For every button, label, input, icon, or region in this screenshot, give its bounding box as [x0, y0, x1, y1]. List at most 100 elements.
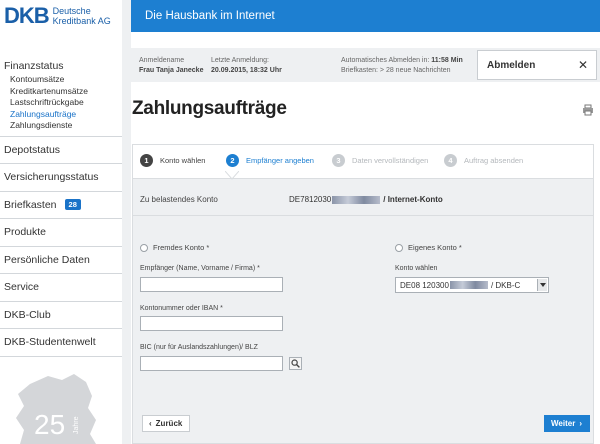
- session-name-label: Anmeldename: [139, 57, 185, 64]
- transfer-form-panel: 1 Konto wählen 2 Empfänger angeben 3 Dat…: [132, 144, 594, 444]
- nav-item-dkb-club[interactable]: DKB-Club: [0, 302, 122, 329]
- recipient-name-input[interactable]: [140, 277, 283, 292]
- nav-item-briefkasten[interactable]: Briefkasten 28: [0, 192, 122, 219]
- step-konto-waehlen[interactable]: 1 Konto wählen: [140, 154, 205, 167]
- mailbox-link[interactable]: > 28 neue Nachrichten: [380, 67, 451, 74]
- redacted-konto: [449, 281, 488, 289]
- nav-subitem-zahlungsdienste[interactable]: Zahlungsdienste: [10, 120, 122, 132]
- step-2-label: Empfänger angeben: [246, 156, 314, 165]
- nav-item-service[interactable]: Service: [0, 274, 122, 301]
- step-4-label: Auftrag absenden: [464, 156, 524, 165]
- session-bar: Anmeldename Frau Tanja Janecke Letzte An…: [131, 48, 600, 82]
- konto-select[interactable]: DE08 120300 / DKB-C: [395, 277, 549, 293]
- nav-section-depotstatus: Depotstatus: [0, 137, 122, 164]
- nav-section-dkb-club: DKB-Club: [0, 302, 122, 329]
- nav-item-produkte[interactable]: Produkte: [0, 219, 122, 246]
- redacted-iban: [332, 195, 381, 204]
- close-icon: ✕: [577, 58, 588, 72]
- step-2-number: 2: [226, 154, 239, 167]
- anniversary-number: 25: [34, 409, 65, 440]
- session-name: Anmeldename Frau Tanja Janecke: [139, 56, 203, 75]
- nav-item-persoenliche-daten[interactable]: Persönliche Daten: [0, 247, 122, 274]
- bic-search-button[interactable]: [289, 357, 302, 370]
- top-bar: Die Hausbank im Internet: [131, 0, 600, 32]
- print-icon[interactable]: [582, 104, 594, 116]
- next-button[interactable]: Weiter ›: [544, 415, 590, 432]
- iban-label: Kontonummer oder IBAN *: [140, 305, 223, 312]
- debit-account-iban-prefix: DE7812030: [289, 195, 332, 204]
- page-title: Zahlungsaufträge: [132, 98, 287, 119]
- debit-account-type: / Internet-Konto: [383, 195, 443, 204]
- nav-item-finanzstatus[interactable]: Finanzstatus: [0, 56, 122, 74]
- konto-select-prefix: DE08 120300: [400, 280, 449, 290]
- chevron-right-icon: ›: [579, 419, 582, 428]
- anniversary-illustration: 25 Jahre: [16, 374, 96, 444]
- radio-eigenes-konto[interactable]: Eigenes Konto *: [395, 243, 462, 252]
- konto-waehlen-label: Konto wählen: [395, 265, 438, 272]
- nav-subitem-kontoumsaetze[interactable]: Kontoumsätze: [10, 74, 122, 86]
- logout-button[interactable]: Abmelden ✕: [477, 50, 597, 80]
- radio-eigenes-konto-dot: [395, 243, 403, 252]
- nav-subitem-kreditkartenumsaetze[interactable]: Kreditkartenumsätze: [10, 86, 122, 98]
- back-button[interactable]: ‹ Zurück: [142, 415, 190, 432]
- dkb-logo[interactable]: DKB Deutsche Kreditbank AG: [4, 4, 111, 28]
- auto-logout-line: Automatisches Abmelden in: 11:58 Min: [341, 56, 463, 66]
- chevron-left-icon: ‹: [149, 419, 152, 428]
- auto-logout-timer: 11:58 Min: [431, 57, 463, 64]
- active-step-pointer: [225, 171, 239, 180]
- auto-logout-label: Automatisches Abmelden in:: [341, 57, 430, 64]
- session-name-value: Frau Tanja Janecke: [139, 66, 204, 74]
- wizard-steps: 1 Konto wählen 2 Empfänger angeben 3 Dat…: [133, 145, 593, 179]
- last-login-value: 20.09.2015, 18:32 Uhr: [211, 66, 282, 74]
- nav-section-dkb-studentenwelt: DKB-Studentenwelt: [0, 329, 122, 357]
- last-login-label: Letzte Anmeldung:: [211, 57, 269, 64]
- header-title: Die Hausbank im Internet: [145, 10, 275, 22]
- step-3-number: 3: [332, 154, 345, 167]
- nav-section-persoenliche-daten: Persönliche Daten: [0, 247, 122, 274]
- anniversary-word: Jahre: [73, 416, 80, 434]
- nav-item-briefkasten-label: Briefkasten: [4, 198, 57, 211]
- debit-account-label: Zu belastendes Konto: [140, 195, 218, 204]
- step-empfaenger-angeben[interactable]: 2 Empfänger angeben: [226, 154, 314, 167]
- mailbox-line: Briefkasten: > 28 neue Nachrichten: [341, 66, 463, 76]
- sidebar: DKB Deutsche Kreditbank AG Finanzstatus …: [0, 0, 122, 444]
- step-1-number: 1: [140, 154, 153, 167]
- radio-fremdes-konto[interactable]: Fremdes Konto *: [140, 243, 209, 252]
- finanzstatus-submenu: Kontoumsätze Kreditkartenumsätze Lastsch…: [0, 74, 122, 136]
- logo-text: Deutsche Kreditbank AG: [53, 6, 111, 26]
- step-daten-vervollstaendigen: 3 Daten vervollständigen: [332, 154, 428, 167]
- recipient-label: Empfänger (Name, Vorname / Firma) *: [140, 265, 260, 272]
- main-navigation: Finanzstatus Kontoumsätze Kreditkartenum…: [0, 56, 122, 357]
- logo-line-1: Deutsche: [52, 6, 91, 16]
- step-3-label: Daten vervollständigen: [352, 156, 429, 165]
- radio-fremdes-konto-dot: [140, 243, 148, 252]
- main-content: Anmeldename Frau Tanja Janecke Letzte An…: [131, 32, 600, 444]
- mailbox-count-badge: 28: [64, 199, 81, 211]
- nav-subitem-lastschriftrueckgabe[interactable]: Lastschriftrückgabe: [10, 97, 122, 109]
- logo-line-2: Kreditbank AG: [52, 16, 111, 26]
- logout-label: Abmelden: [487, 59, 536, 71]
- radio-fremdes-konto-label: Fremdes Konto *: [153, 243, 210, 252]
- nav-item-versicherungsstatus[interactable]: Versicherungsstatus: [0, 164, 122, 191]
- logo-mark: DKB: [4, 3, 50, 28]
- bic-input[interactable]: [140, 356, 283, 371]
- back-button-label: Zurück: [155, 419, 183, 428]
- nav-item-depotstatus[interactable]: Depotstatus: [0, 137, 122, 164]
- debit-account-value: DE7812030 / Internet-Konto: [289, 195, 443, 204]
- radio-eigenes-konto-label: Eigenes Konto *: [408, 243, 462, 252]
- session-status: Automatisches Abmelden in: 11:58 Min Bri…: [341, 56, 463, 75]
- konto-select-suffix: / DKB-C: [490, 280, 521, 290]
- step-auftrag-absenden: 4 Auftrag absenden: [444, 154, 523, 167]
- nav-subitem-zahlungsauftraege[interactable]: Zahlungsaufträge: [10, 109, 122, 121]
- step-4-number: 4: [444, 154, 457, 167]
- search-icon: [291, 359, 300, 368]
- session-last-login: Letzte Anmeldung: 20.09.2015, 18:32 Uhr: [211, 56, 282, 75]
- nav-item-dkb-studentenwelt[interactable]: DKB-Studentenwelt: [0, 329, 122, 356]
- debit-account-row: Zu belastendes Konto DE7812030 / Interne…: [133, 180, 593, 216]
- next-button-label: Weiter: [551, 419, 576, 428]
- nav-section-briefkasten: Briefkasten 28: [0, 192, 122, 219]
- nav-section-produkte: Produkte: [0, 219, 122, 247]
- chevron-down-icon: [537, 279, 547, 291]
- iban-input[interactable]: [140, 316, 283, 331]
- nav-section-versicherungsstatus: Versicherungsstatus: [0, 164, 122, 192]
